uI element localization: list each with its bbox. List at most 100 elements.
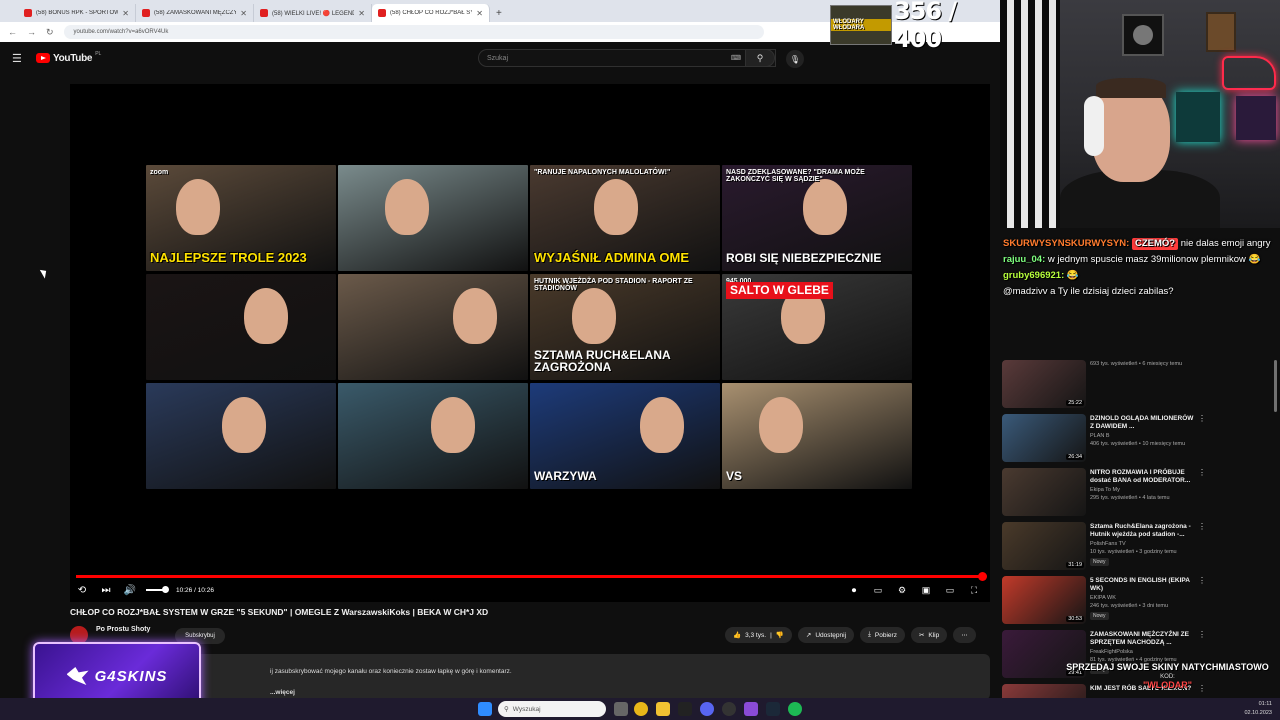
tab-title: (58) CHŁOP CO ROZJ*BAŁ SYST (390, 10, 473, 16)
mic-icon: 🎙 (789, 54, 801, 64)
volume-icon[interactable]: 🔊 (118, 585, 142, 596)
endscreen-video[interactable]: WARZYWA (530, 383, 720, 489)
volume-slider[interactable] (146, 586, 169, 593)
keyboard-icon[interactable]: ⌨ (731, 54, 741, 62)
discord-icon[interactable] (700, 702, 714, 716)
time-display: 10:26 / 10:26 (176, 586, 214, 594)
recommended-video[interactable]: 30:53 5 SECONDS IN ENGLISH (EKIPA WK) EKIP… (1002, 576, 1276, 628)
country-code: PL (95, 50, 102, 57)
video-duration: 25:22 (1066, 400, 1084, 406)
chat-username[interactable]: gruby696921: (1003, 270, 1064, 281)
autoplay-toggle-icon[interactable]: ⏺ (842, 585, 866, 596)
clip-button[interactable]: ✂ Klip (910, 627, 948, 643)
endscreen-video[interactable]: NASD ZDEKLASOWANE? "DRAMA MOŻE ZAKOŃCZYĆ… (722, 165, 912, 271)
endscreen-video[interactable] (146, 274, 336, 380)
settings-icon[interactable]: ⚙ (890, 585, 914, 596)
replay-icon[interactable]: ⟲ (70, 585, 94, 596)
video-thumbnail[interactable]: 31:19 (1002, 522, 1086, 570)
menu-icon[interactable]: ☰ (12, 52, 24, 65)
browser-tab[interactable]: (58) ZAMASKOWANI MĘŻCZYŹ ✕ (136, 4, 254, 22)
share-button[interactable]: ↗ Udostępnij (797, 627, 855, 643)
progress-bar[interactable] (76, 572, 987, 581)
search-button[interactable]: ⚲ (745, 49, 775, 67)
endscreen-video[interactable] (338, 274, 528, 380)
browser-tab[interactable]: (58) WIELKI LIVE! 🔴 LEGENDA ✕ (254, 4, 372, 22)
more-options-icon[interactable]: ⋮ (1198, 630, 1206, 639)
more-options-icon[interactable]: ⋮ (1198, 576, 1206, 585)
endscreen-video[interactable]: "RANUJE NAPALONYCH MALOLATÓW!" WYJAŚNIŁ A… (530, 165, 720, 271)
video-meta: 406 tys. wyświetleń • 10 miesięcy temu (1090, 441, 1186, 447)
volume-knob[interactable] (162, 586, 169, 593)
address-bar[interactable]: youtube.com/watch?v=a6vORV4Uk (63, 25, 764, 39)
recommended-video[interactable]: NITRO ROZMAWIA I PRÓBUJE dostać BANA od … (1002, 468, 1276, 520)
endscreen-video[interactable]: 945.000SALTO W GLEBE (722, 274, 912, 380)
chat-username[interactable]: rajuu_04: (1003, 254, 1045, 265)
miniplayer-icon[interactable]: ▣ (914, 585, 938, 596)
more-options-icon[interactable]: ⋮ (1198, 522, 1206, 531)
sidebar-scrollbar[interactable] (1274, 360, 1277, 412)
clock-date: 02.10.2023 (1244, 710, 1272, 716)
new-tab-button[interactable]: + (490, 8, 508, 22)
reload-icon[interactable]: ↻ (46, 27, 54, 38)
recommended-video[interactable]: 25:22 693 tys. wyświetleń • 6 miesięcy te… (1002, 360, 1276, 412)
fullscreen-icon[interactable]: ⛶ (962, 585, 986, 596)
recommended-video[interactable]: 26:34 DZINOLD OGLĄDA MILIONERÓW Z DAWIDEM… (1002, 414, 1276, 466)
folder-icon[interactable] (656, 702, 670, 716)
mic-button[interactable]: 🎙 (786, 50, 804, 68)
endscreen-video[interactable] (338, 165, 528, 271)
video-thumbnail[interactable]: 30:53 (1002, 576, 1086, 624)
youtube-favicon-icon (260, 9, 268, 17)
system-tray[interactable]: 01:11 02.10.2023 (1244, 700, 1272, 718)
start-icon[interactable] (478, 702, 492, 716)
endscreen-video[interactable] (146, 383, 336, 489)
taskbar-search-placeholder: Wyszukaj (512, 705, 541, 713)
thumbnail-face (385, 179, 429, 235)
close-icon[interactable]: ✕ (122, 9, 129, 18)
channel-name[interactable]: Po Prostu Shoty (96, 626, 150, 633)
thumbs-down-icon[interactable]: 👎 (776, 631, 784, 639)
close-icon[interactable]: ✕ (476, 9, 483, 18)
search-input[interactable]: Szukaj ⌨ ⚲ (478, 49, 776, 67)
back-icon[interactable]: ← (8, 27, 17, 37)
more-options-icon[interactable]: ⋮ (1198, 468, 1206, 477)
endscreen-video[interactable] (338, 383, 528, 489)
spotify-icon[interactable] (788, 702, 802, 716)
forward-icon[interactable]: → (27, 27, 36, 37)
download-button[interactable]: ⤓ Pobierz (860, 627, 905, 643)
browser-tab-active[interactable]: (58) CHŁOP CO ROZJ*BAŁ SYST✕ (372, 4, 490, 22)
thumbnail-face (453, 288, 497, 344)
show-more-link[interactable]: ...więcej (270, 689, 295, 696)
close-icon[interactable]: ✕ (358, 9, 365, 18)
like-button[interactable]: 👍 3,3 tys. | 👎 (725, 627, 792, 643)
taskbar-search[interactable]: ⚲ Wyszukaj (498, 701, 606, 717)
scissors-icon: ✂ (918, 632, 925, 639)
endscreen-video[interactable]: zoom NAJLEPSZE TROLE 2023 (146, 165, 336, 271)
subtitles-icon[interactable]: ▭ (866, 585, 890, 596)
terminal-icon[interactable] (678, 702, 692, 716)
next-icon[interactable]: ⏭ (94, 585, 118, 596)
video-thumbnail[interactable] (1002, 468, 1086, 516)
video-thumbnail[interactable]: 25:22 (1002, 360, 1086, 408)
endscreen-video[interactable]: HUTNIK WJEŻDŻA POD STADION - RAPORT ZE S… (530, 274, 720, 380)
endscreen-video[interactable]: VS (722, 383, 912, 489)
description-box[interactable]: ij zasubskrybować mojego kanału oraz kon… (70, 654, 990, 700)
more-options-icon[interactable]: ⋮ (1198, 414, 1206, 423)
theater-mode-icon[interactable]: ▭ (938, 585, 962, 596)
more-actions-button[interactable]: ⋯ (953, 627, 976, 643)
close-icon[interactable]: ✕ (240, 9, 247, 18)
youtube-logo[interactable]: YouTube PL (36, 50, 102, 64)
app-icon[interactable] (744, 702, 758, 716)
task-view-icon[interactable] (614, 702, 628, 716)
thumbnail-caption: SZTAMA RUCH&ELANA ZAGROŻONA (534, 347, 671, 375)
browser-tab[interactable]: (58) BONUS RPK - SPORTOWA ✕ (18, 4, 136, 22)
steam-icon[interactable] (766, 702, 780, 716)
obs-icon[interactable] (722, 702, 736, 716)
video-channel: PLAN B (1090, 433, 1110, 439)
youtube-header: ☰ YouTube PL Szukaj ⌨ ⚲ 🎙 (0, 42, 1000, 74)
chrome-icon[interactable] (634, 702, 648, 716)
new-badge: Nowy (1090, 558, 1109, 566)
video-player[interactable]: zoom NAJLEPSZE TROLE 2023 "RANUJE NAPALONY… (70, 84, 990, 602)
chat-username[interactable]: SKURWYSYNSKURWYSYN: (1003, 238, 1129, 249)
video-thumbnail[interactable]: 26:34 (1002, 414, 1086, 462)
recommended-video[interactable]: 31:19 Sztama Ruch&Elana zagrożona - Hutni… (1002, 522, 1276, 574)
